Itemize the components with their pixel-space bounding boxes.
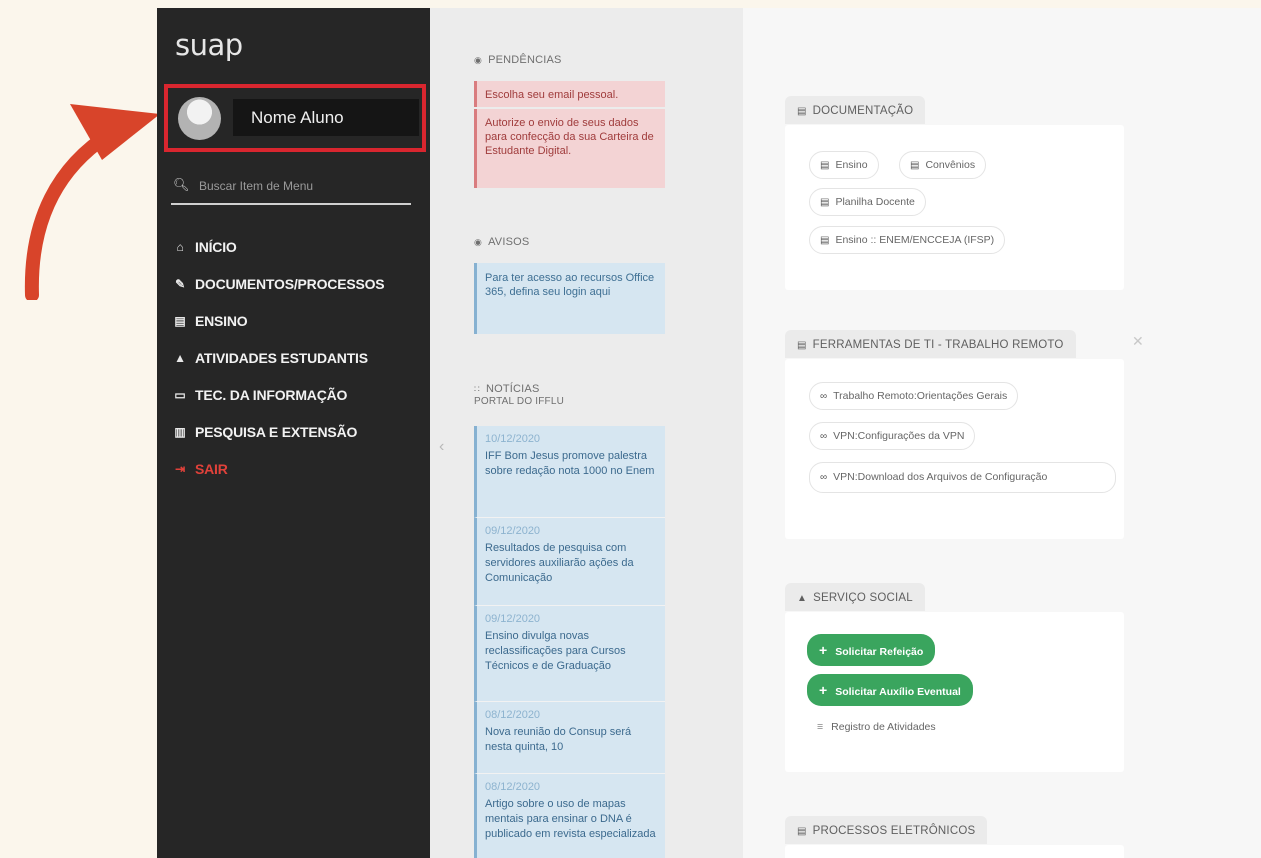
link-icon: ∞ (820, 472, 828, 483)
doc-link-planilha-docente[interactable]: ▤ Planilha Docente (809, 188, 926, 216)
bullet-icon: ◉ (474, 237, 483, 247)
book-icon: ▤ (797, 106, 807, 117)
news-item[interactable]: 10/12/2020 IFF Bom Jesus promove palestr… (474, 426, 665, 518)
news-date: 10/12/2020 (485, 433, 541, 445)
book-icon: ▥ (174, 424, 186, 439)
user-name[interactable]: Nome Aluno (251, 108, 344, 128)
news-title: Resultados de pesquisa com servidores au… (485, 542, 634, 584)
app-logo[interactable]: suap (175, 28, 243, 62)
suap-app-window: suap Nome Aluno 🔍︎ ⌂ INÍCIO ✎ DOCUMENTOS… (157, 8, 1261, 858)
monitor-icon: ▭ (174, 387, 186, 402)
sidebar-item-tec-informacao[interactable]: ▭ TEC. DA INFORMAÇÃO (171, 376, 384, 413)
sidebar-item-ensino[interactable]: ▤ ENSINO (171, 302, 384, 339)
ferramenta-link-vpn-download[interactable]: ∞ VPN:Download dos Arquivos de Configuraç… (809, 462, 1116, 493)
document-icon: ▤ (797, 826, 807, 837)
home-icon: ⌂ (176, 239, 184, 254)
sidebar-item-label: ENSINO (195, 312, 248, 329)
book-icon: ▤ (820, 197, 830, 208)
sidebar-item-label: TEC. DA INFORMAÇÃO (195, 386, 348, 403)
menu-search: 🔍︎ (171, 173, 411, 205)
solicitar-auxilio-button[interactable]: + Solicitar Auxílio Eventual (807, 674, 973, 706)
sidebar-nav: ⌂ INÍCIO ✎ DOCUMENTOS/PROCESSOS ▤ ENSINO… (171, 228, 384, 487)
list-icon: ≡ (817, 721, 824, 733)
news-date: 09/12/2020 (485, 525, 541, 537)
sidebar-item-label: SAIR (195, 460, 228, 477)
graduation-cap-icon: ▲ (174, 350, 186, 365)
red-arrow-annotation (24, 104, 160, 300)
sidebar-item-inicio[interactable]: ⌂ INÍCIO (171, 228, 384, 265)
news-item[interactable]: 09/12/2020 Ensino divulga novas reclassi… (474, 606, 665, 702)
plus-icon: + (819, 642, 828, 658)
noticias-subtitle: PORTAL DO IFFLU (474, 396, 565, 407)
solicitar-refeicao-button[interactable]: + Solicitar Refeição (807, 634, 936, 666)
book-icon: ▤ (910, 160, 920, 171)
news-date: 08/12/2020 (485, 781, 541, 793)
user-highlight-box: Nome Aluno (164, 84, 426, 152)
close-icon[interactable]: ✕ (1132, 333, 1144, 350)
documentacao-tab: ▤ DOCUMENTAÇÃO (785, 96, 926, 124)
ferramenta-link-vpn-config[interactable]: ∞ VPN:Configurações da VPN (809, 422, 976, 450)
news-title: Ensino divulga novas reclassificações pa… (485, 630, 626, 672)
news-item[interactable]: 09/12/2020 Resultados de pesquisa com se… (474, 518, 665, 606)
doc-link-enem-encceja[interactable]: ▤ Ensino :: ENEM/ENCCEJA (IFSP) (809, 226, 1006, 254)
doc-link-convenios[interactable]: ▤ Convênios (899, 151, 987, 179)
registro-atividades-link[interactable]: ≡ Registro de Atividades (817, 721, 936, 733)
book-icon: ▤ (797, 340, 807, 351)
sidebar-item-label: ATIVIDADES ESTUDANTIS (195, 349, 368, 366)
noticias-heading: ∷ NOTÍCIAS (474, 383, 540, 395)
avatar[interactable] (178, 97, 221, 140)
plus-icon: + (819, 682, 828, 698)
news-title: Artigo sobre o uso de mapas mentais para… (485, 798, 656, 840)
avisos-heading: ◉ AVISOS (474, 236, 530, 248)
search-input[interactable] (199, 175, 404, 197)
servico-social-tab: ▲ SERVIÇO SOCIAL (785, 583, 925, 611)
sidebar: suap Nome Aluno 🔍︎ ⌂ INÍCIO ✎ DOCUMENTOS… (157, 8, 430, 858)
doc-link-ensino[interactable]: ▤ Ensino (809, 151, 879, 179)
pendencia-item[interactable]: Autorize o envio de seus dados para conf… (474, 109, 665, 188)
sidebar-item-label: INÍCIO (195, 238, 237, 255)
user-profile[interactable]: Nome Aluno (178, 95, 419, 142)
ferramenta-link-orientacoes[interactable]: ∞ Trabalho Remoto:Orientações Gerais (809, 382, 1019, 410)
pendencia-item[interactable]: Escolha seu email pessoal. (474, 81, 665, 107)
news-title: Nova reunião do Consup será nesta quinta… (485, 726, 632, 753)
news-date: 08/12/2020 (485, 709, 541, 721)
link-icon: ∞ (820, 431, 828, 442)
book-icon: ▤ (820, 160, 830, 171)
sidebar-item-atividades[interactable]: ▲ ATIVIDADES ESTUDANTIS (171, 339, 384, 376)
processos-tab: ▤ PROCESSOS ELETRÔNICOS (785, 816, 988, 844)
bullet-icon: ◉ (474, 55, 483, 65)
processos-panel (785, 845, 1124, 858)
aviso-item[interactable]: Para ter acesso ao recursos Office 365, … (474, 263, 665, 334)
search-icon: 🔍︎ (173, 177, 190, 192)
sidebar-item-sair[interactable]: ⇥ SAIR (171, 450, 384, 487)
projector-icon: ▤ (174, 313, 186, 328)
logout-icon: ⇥ (175, 461, 185, 476)
link-icon: ∞ (820, 391, 828, 402)
sidebar-item-label: PESQUISA E EXTENSÃO (195, 423, 358, 440)
collapse-sidebar-icon[interactable]: ‹ (439, 438, 444, 456)
news-title: IFF Bom Jesus promove palestra sobre red… (485, 450, 655, 477)
news-date: 09/12/2020 (485, 613, 541, 625)
news-item[interactable]: 08/12/2020 Nova reunião do Consup será n… (474, 702, 665, 774)
pendencias-heading: ◉ PENDÊNCIAS (474, 54, 562, 66)
sidebar-item-pesquisa[interactable]: ▥ PESQUISA E EXTENSÃO (171, 413, 384, 450)
sidebar-item-documentos[interactable]: ✎ DOCUMENTOS/PROCESSOS (171, 265, 385, 302)
sidebar-item-label: DOCUMENTOS/PROCESSOS (195, 275, 385, 292)
book-icon: ▤ (820, 235, 830, 246)
graduation-cap-icon: ▲ (797, 593, 808, 604)
news-item[interactable]: 08/12/2020 Artigo sobre o uso de mapas m… (474, 774, 665, 858)
rss-icon: ∷ (474, 384, 480, 394)
ferramentas-tab: ▤ FERRAMENTAS DE TI - TRABALHO REMOTO (785, 330, 1076, 358)
document-icon: ✎ (175, 276, 185, 291)
